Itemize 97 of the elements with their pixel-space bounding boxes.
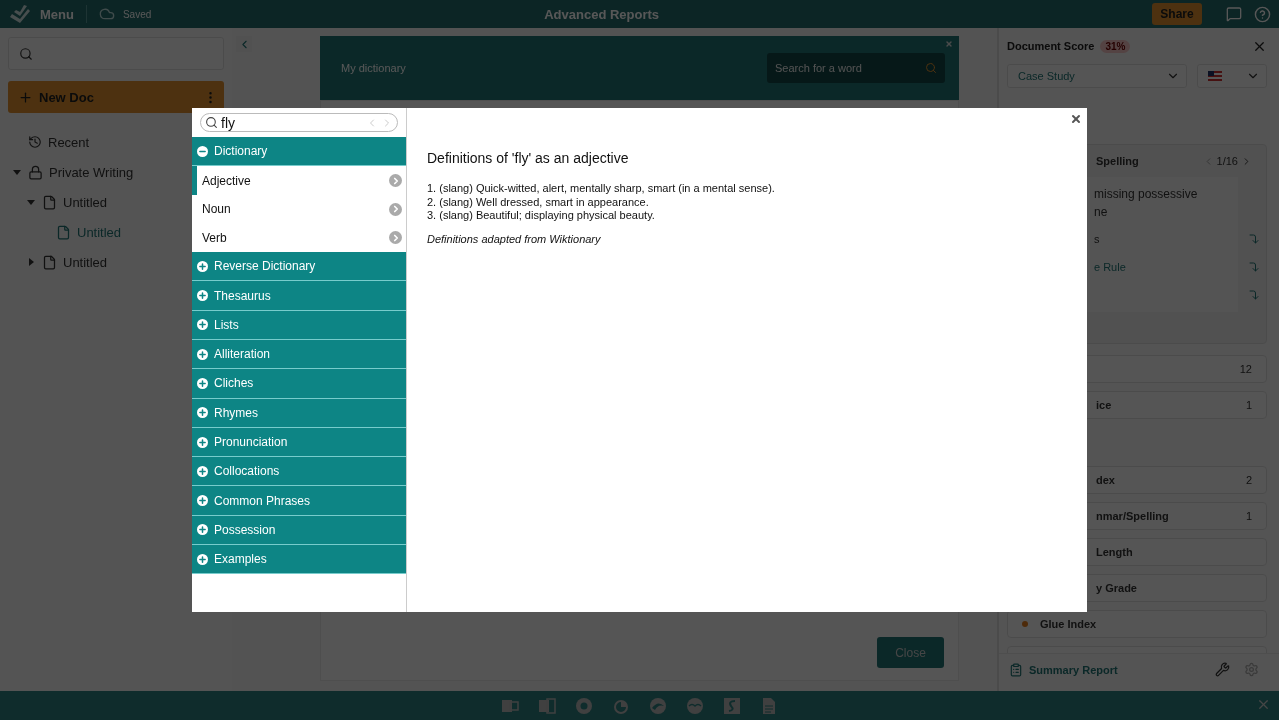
comment-icon[interactable] — [1226, 6, 1242, 22]
report-type-dropdown[interactable]: Case Study — [1007, 64, 1187, 88]
document-icon[interactable] — [538, 696, 556, 715]
search-field[interactable] — [8, 37, 224, 70]
tree-item[interactable]: Private Writing — [49, 164, 134, 180]
plus-icon — [197, 319, 208, 331]
tree-item[interactable]: Untitled — [63, 254, 108, 270]
panel-title: Document Score — [1007, 40, 1095, 52]
dialog-title: My dictionary — [341, 62, 407, 74]
tree-item[interactable]: Recent — [48, 134, 90, 150]
cloud-icon — [98, 6, 115, 22]
suggestion-text: s — [1094, 233, 1100, 245]
definition-text: 1. (slang) Quick-witted, alert, mentally sharp, smart (in a mental sense). — [427, 182, 776, 196]
plus-icon — [197, 465, 208, 477]
definitions-heading: Definitions of 'fly' as an adjective — [427, 150, 630, 166]
word-search-field[interactable]: Search for a word — [767, 53, 945, 83]
search-icon — [925, 62, 937, 74]
metric-count: 1 — [1245, 510, 1252, 522]
minus-icon — [197, 145, 208, 157]
metric-label: y Grade — [1096, 582, 1137, 594]
issue-message: missing possessive — [1094, 186, 1199, 203]
file-icon[interactable] — [760, 696, 778, 715]
file-icon — [42, 194, 57, 210]
menu-button[interactable]: Menu — [8, 3, 74, 25]
scroll-icon[interactable] — [723, 696, 741, 715]
search-icon — [205, 116, 218, 129]
history-icon — [28, 135, 42, 149]
clipboard-icon — [1009, 662, 1023, 677]
section-header[interactable]: Alliteration — [192, 339, 406, 370]
metric-count: 1 — [1245, 399, 1252, 411]
flag-icon — [1208, 71, 1222, 81]
metric-label: ice — [1096, 399, 1112, 411]
gull-circle-icon[interactable] — [686, 696, 704, 715]
file-icon — [56, 224, 71, 240]
caret-down-icon[interactable] — [13, 168, 21, 176]
arrow-circle-icon — [389, 174, 402, 188]
share-button[interactable]: Share — [1152, 3, 1202, 25]
save-status: Saved — [122, 8, 152, 20]
page-title: Advanced Reports — [543, 6, 661, 22]
issue-pager: 1/16 — [1216, 155, 1238, 167]
arrow-circle-icon — [389, 202, 402, 216]
wrench-icon[interactable] — [1215, 662, 1230, 677]
section-header[interactable]: Thesaurus — [192, 281, 406, 311]
section-header[interactable]: Reverse Dictionary — [192, 252, 406, 282]
section-header[interactable]: Pronunciation — [192, 427, 406, 458]
caret-down-icon[interactable] — [27, 198, 35, 206]
plus-icon — [197, 260, 208, 272]
issue-title: Spelling — [1096, 155, 1139, 167]
plus-icon — [197, 348, 208, 360]
definition-text: 2. (slang) Well dressed, smart in appearance. — [427, 195, 650, 209]
settings-icon[interactable] — [1244, 662, 1259, 677]
file-icon — [42, 254, 57, 270]
search-icon — [19, 46, 33, 61]
section-header[interactable]: Common Phrases — [192, 486, 406, 516]
section-header[interactable]: Examples — [192, 545, 406, 575]
credit-text: Definitions adapted from Wiktionary — [427, 232, 602, 245]
section-header[interactable]: Cliches — [192, 369, 406, 399]
plus-icon — [197, 495, 208, 507]
plus-icon — [197, 524, 208, 536]
score-badge: 31% — [1100, 39, 1131, 53]
plus-icon — [197, 377, 208, 389]
section-header[interactable]: Dictionary — [192, 137, 406, 167]
caret-right-icon[interactable] — [27, 258, 35, 266]
metric-label: Glue Index — [1040, 618, 1097, 630]
wave-circle-icon[interactable] — [649, 696, 667, 715]
section-header[interactable]: Possession — [192, 515, 406, 546]
section-header[interactable]: Collocations — [192, 457, 406, 487]
lock-icon — [28, 164, 43, 180]
browser-icon[interactable] — [575, 696, 593, 715]
help-icon[interactable] — [1254, 5, 1271, 23]
logo-icon — [8, 3, 32, 25]
plus-icon — [197, 290, 208, 301]
turn-arrow-icon[interactable] — [1248, 261, 1260, 273]
plus-icon — [197, 436, 208, 448]
new-doc-button[interactable]: New Doc — [8, 81, 224, 113]
metric-count: 12 — [1239, 363, 1252, 375]
plus-icon — [197, 407, 208, 419]
metric-count: 2 — [1245, 474, 1252, 486]
section-header[interactable]: Rhymes — [192, 398, 406, 428]
turn-arrow-icon[interactable] — [1248, 289, 1260, 301]
language-dropdown[interactable] — [1197, 64, 1267, 88]
metric-label: dex — [1096, 474, 1115, 486]
tree-item[interactable]: Untitled — [77, 224, 122, 240]
plus-icon — [18, 89, 33, 105]
plus-icon — [197, 553, 208, 565]
summary-report-link[interactable]: Summary Report — [1009, 662, 1118, 677]
rule-link[interactable]: e Rule — [1094, 261, 1126, 273]
turn-arrow-icon[interactable] — [1248, 233, 1260, 245]
metric-label: Length — [1096, 546, 1133, 558]
arrow-circle-icon — [389, 231, 402, 245]
issue-message: ne — [1094, 204, 1109, 221]
metric-label: nmar/Spelling — [1096, 510, 1169, 522]
close-icon[interactable] — [1070, 113, 1082, 125]
metric-row[interactable]: Glue Index — [1007, 610, 1267, 638]
tree-item[interactable]: Untitled — [63, 194, 108, 210]
section-header[interactable]: Lists — [192, 310, 406, 340]
definition-text: 3. (slang) Beautiful; displaying physical beauty. — [427, 209, 656, 223]
